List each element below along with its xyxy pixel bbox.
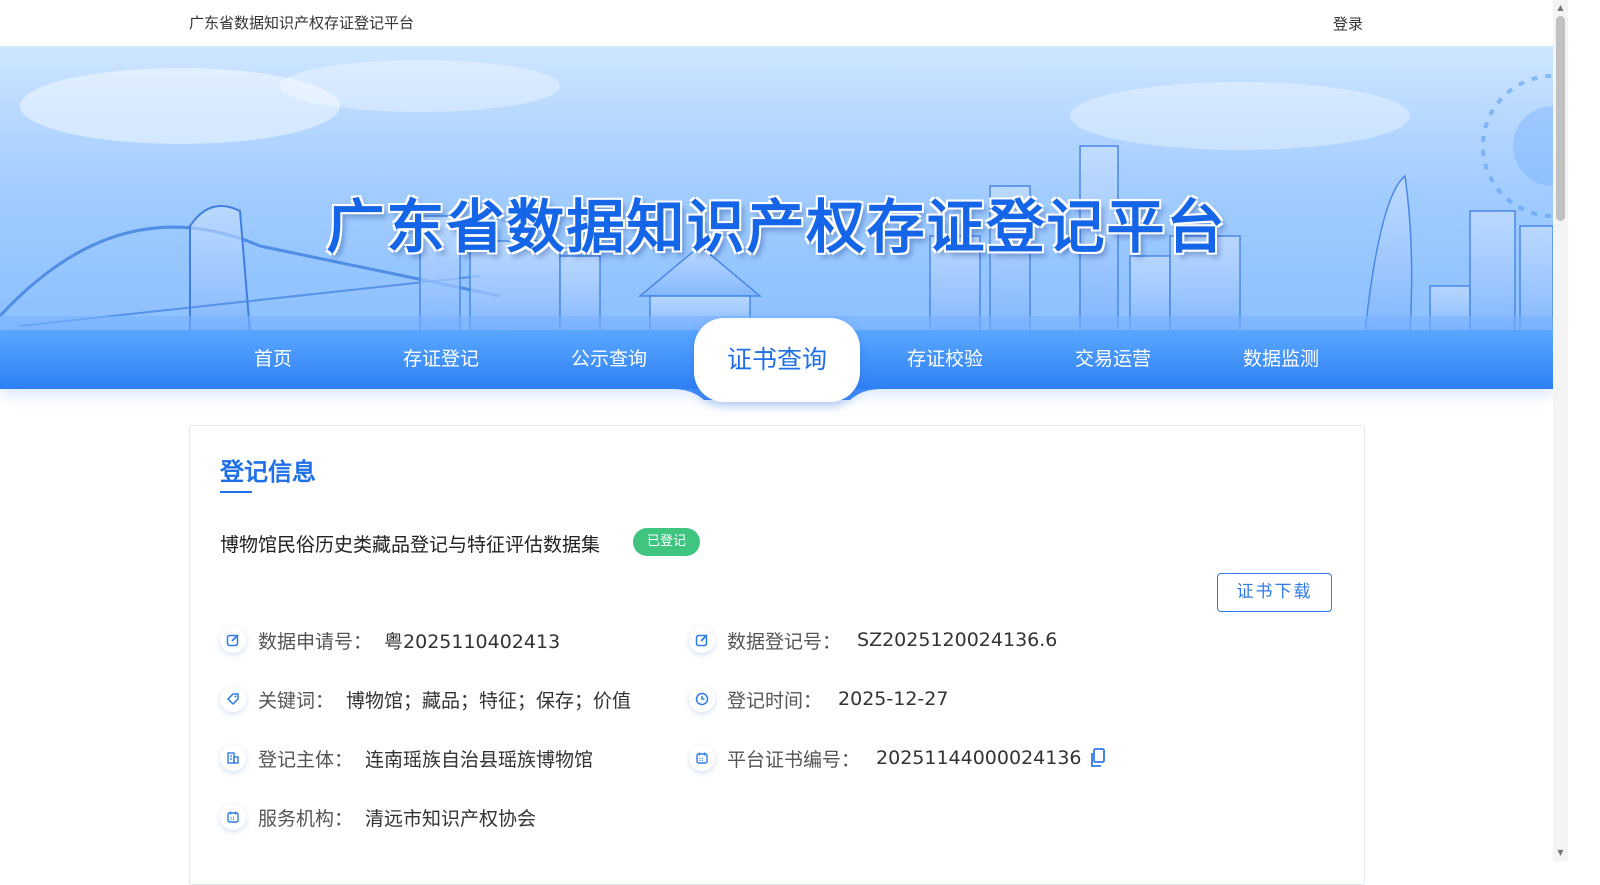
nav-item-registration[interactable]: 存证登记 xyxy=(361,330,521,389)
building-icon xyxy=(220,745,246,771)
field-label: 服务机构： xyxy=(258,807,354,830)
nav-item-certificate-query[interactable]: 证书查询 xyxy=(694,318,860,402)
edit-icon xyxy=(220,627,246,653)
field-service-agency: 服务机构： 清远市知识产权协会 xyxy=(220,802,536,832)
banner-title: 广东省数据知识产权存证登记平台 xyxy=(326,193,1227,261)
clock-icon xyxy=(689,686,715,712)
scroll-down-arrow-icon[interactable]: ▼ xyxy=(1556,848,1565,858)
field-registration-no: 数据登记号： SZ2025120024136.6 xyxy=(689,625,1057,655)
registration-info-card: 登记信息 博物馆民俗历史类藏品登记与特征评估数据集 已登记 证书下载 数据申请号… xyxy=(189,425,1365,885)
nav-item-monitoring[interactable]: 数据监测 xyxy=(1201,330,1361,389)
scroll-up-arrow-icon[interactable]: ▲ xyxy=(1556,3,1565,13)
nav-item-trading[interactable]: 交易运营 xyxy=(1033,330,1193,389)
field-value: 粤2025110402413 xyxy=(384,630,561,653)
copy-icon[interactable] xyxy=(1090,748,1106,768)
nav-item-public-query[interactable]: 公示查询 xyxy=(529,330,689,389)
nav-active-label[interactable]: 证书查询 xyxy=(694,318,860,402)
field-label: 登记主体： xyxy=(258,748,354,771)
field-label: 关键词： xyxy=(258,689,335,712)
field-label: 数据申请号： xyxy=(258,630,373,653)
tag-icon xyxy=(220,686,246,712)
field-label: 数据登记号： xyxy=(727,630,842,653)
login-link[interactable]: 登录 xyxy=(1333,13,1363,34)
field-keywords: 关键词： 博物馆；藏品；特征；保存；价值 xyxy=(220,684,631,714)
nav-item-home[interactable]: 首页 xyxy=(193,330,353,389)
dataset-name: 博物馆民俗历史类藏品登记与特征评估数据集 xyxy=(220,534,601,556)
status-badge: 已登记 xyxy=(633,528,701,556)
site-name: 广东省数据知识产权存证登记平台 xyxy=(189,14,415,32)
section-title: 登记信息 xyxy=(220,458,316,486)
scroll-thumb[interactable] xyxy=(1556,16,1565,221)
nav-item-verification[interactable]: 存证校验 xyxy=(865,330,1025,389)
field-label: 平台证书编号： xyxy=(727,748,861,771)
calendar-icon xyxy=(689,745,715,771)
field-certificate-no: 平台证书编号： 20251144000024136 xyxy=(689,743,1106,773)
field-value: 20251144000024136 xyxy=(876,747,1082,769)
field-registration-time: 登记时间： 2025-12-27 xyxy=(689,684,948,714)
field-application-no: 数据申请号： 粤2025110402413 xyxy=(220,625,560,655)
top-bar: 广东省数据知识产权存证登记平台 登录 xyxy=(0,0,1553,46)
page-scrollbar[interactable]: ▲ ▼ xyxy=(1553,0,1568,861)
field-value: 2025-12-27 xyxy=(838,688,949,710)
field-registrant: 登记主体： 连南瑶族自治县瑶族博物馆 xyxy=(220,743,593,773)
section-title-underline xyxy=(220,491,252,493)
field-value: 连南瑶族自治县瑶族博物馆 xyxy=(365,748,594,771)
hero-banner: 广东省数据知识产权存证登记平台 xyxy=(0,46,1553,332)
field-value: 清远市知识产权协会 xyxy=(365,807,537,830)
calendar-icon xyxy=(220,804,246,830)
field-value: SZ2025120024136.6 xyxy=(857,629,1058,651)
edit-icon xyxy=(689,627,715,653)
field-label: 登记时间： xyxy=(727,689,823,712)
certificate-download-button[interactable]: 证书下载 xyxy=(1217,573,1332,612)
field-value: 博物馆；藏品；特征；保存；价值 xyxy=(346,689,632,712)
